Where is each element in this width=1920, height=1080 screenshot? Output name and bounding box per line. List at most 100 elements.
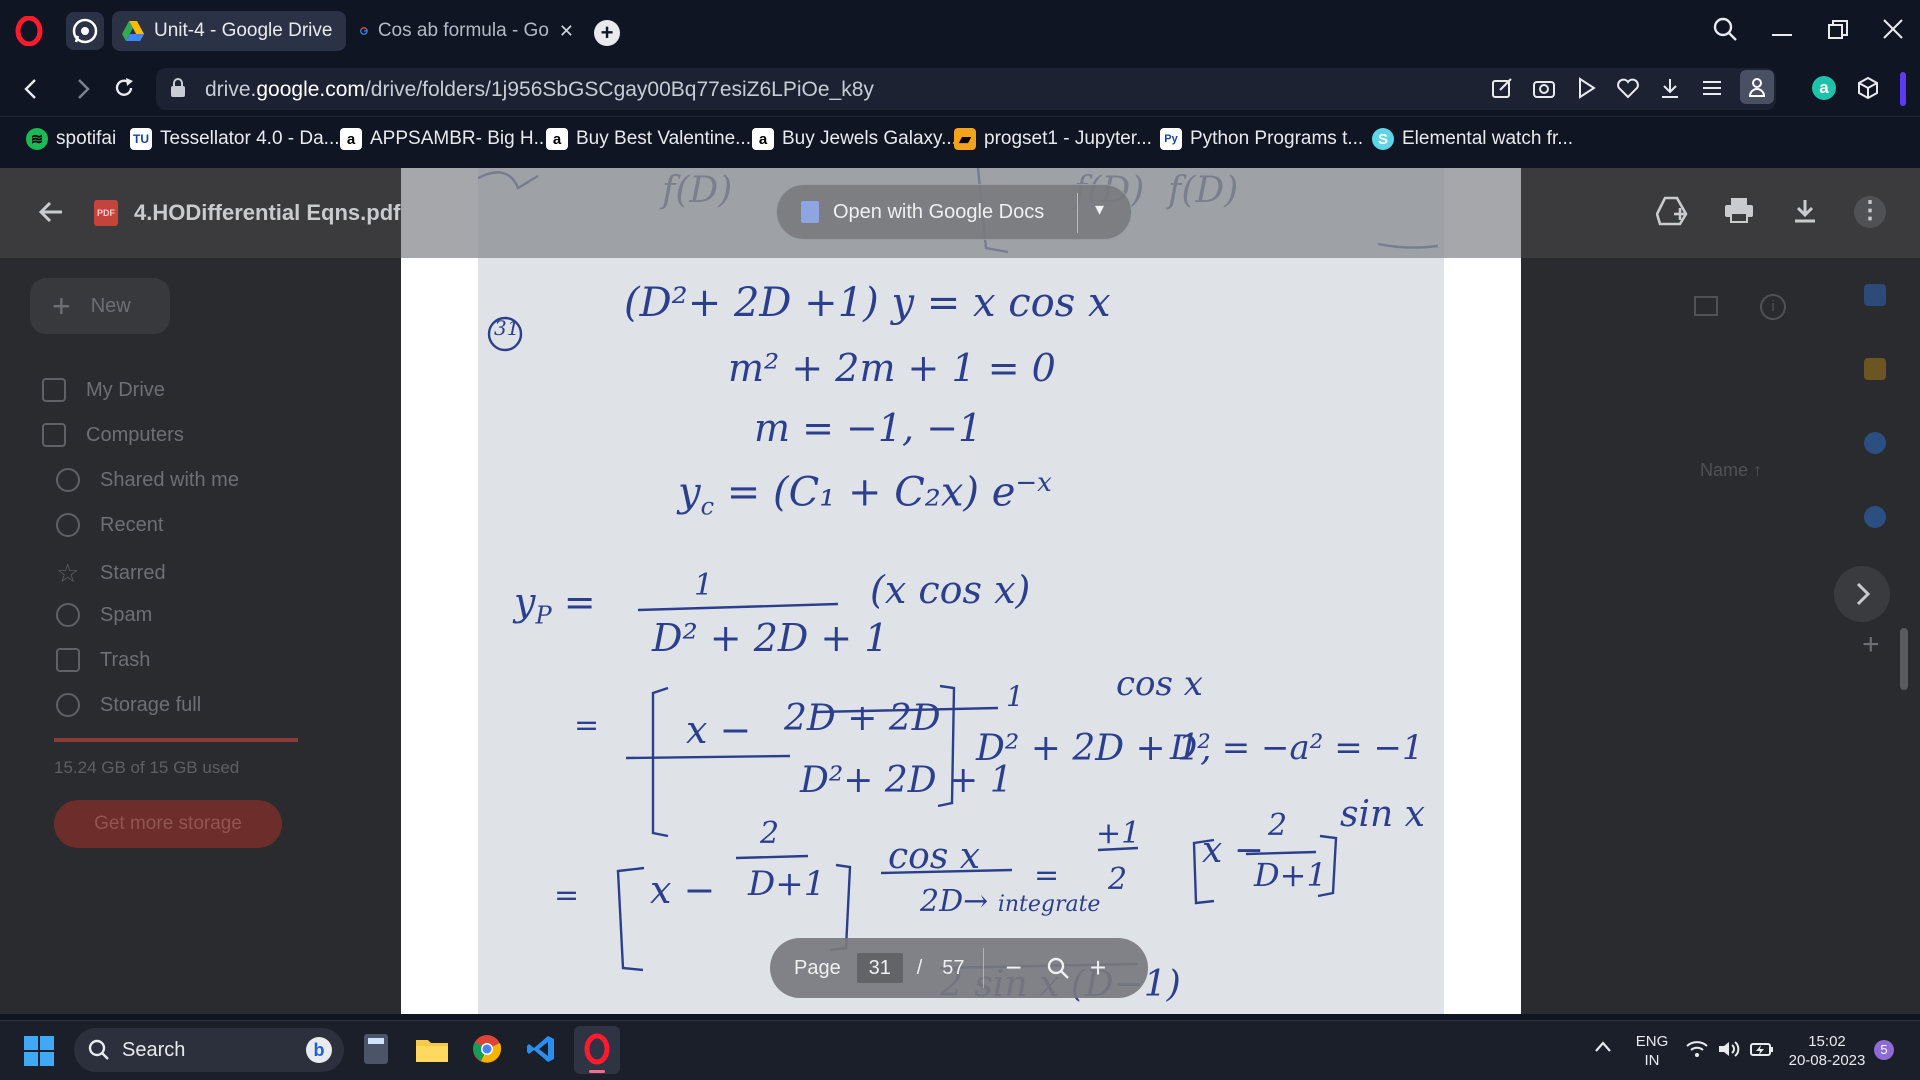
start-button[interactable] [24, 1036, 54, 1066]
back-arrow-icon [38, 201, 62, 223]
star-icon: ☆ [56, 558, 80, 588]
whatsapp-icon [72, 18, 98, 44]
network-sound-battery[interactable] [1686, 1040, 1774, 1058]
sidebar-item-starred[interactable]: ☆ Starred [56, 558, 166, 589]
clock-icon [56, 513, 80, 537]
download-icon[interactable] [1658, 76, 1682, 100]
tab-title: Cos ab formula - Go [377, 20, 549, 41]
sort-by-name[interactable]: Name ↑ [1700, 460, 1762, 481]
whatsapp-button[interactable] [66, 12, 104, 50]
print-icon[interactable] [1724, 196, 1754, 224]
sidebar-item-shared[interactable]: Shared with me [56, 468, 239, 492]
user-icon [1748, 78, 1766, 97]
zoom-in-button[interactable]: + [1090, 952, 1106, 984]
clock[interactable]: 15:02 20-08-2023 [1782, 1032, 1872, 1070]
sidebar-item-my-drive[interactable]: My Drive [42, 378, 165, 402]
zoom-out-button[interactable]: − [1006, 952, 1022, 984]
opera-app-active[interactable] [574, 1026, 620, 1074]
restore-icon [1828, 20, 1848, 39]
minimize-button[interactable] [1772, 34, 1792, 36]
more-options-icon[interactable]: ⋮ [1854, 196, 1886, 228]
sidebar-item-computers[interactable]: Computers [42, 423, 184, 447]
forward-button[interactable] [74, 78, 92, 100]
amazon-assistant-button[interactable]: a [1812, 76, 1836, 100]
new-tab-button[interactable]: + [594, 20, 620, 46]
easy-setup-icon[interactable] [1700, 76, 1724, 100]
sidebar-item-recent[interactable]: Recent [56, 513, 163, 537]
chrome-app[interactable] [472, 1034, 502, 1064]
taskbar-search[interactable]: Search b [74, 1028, 344, 1072]
url-text[interactable]: drive.google.com/drive/folders/1j956SbGS… [205, 78, 874, 102]
contacts-icon[interactable] [1864, 506, 1886, 528]
language-indicator[interactable]: ENG IN [1632, 1032, 1672, 1070]
heart-icon[interactable] [1616, 76, 1640, 100]
battery-charging-icon [1750, 1043, 1773, 1056]
bookmark-appsambr[interactable]: a APPSAMBR- Big H... [340, 128, 550, 150]
handwriting-eq-3: = [1034, 858, 1060, 893]
back-button[interactable] [22, 78, 40, 100]
keep-icon[interactable] [1864, 358, 1886, 380]
tab-google-drive[interactable]: Unit-4 - Google Drive [112, 11, 346, 51]
sidebar-item-storage[interactable]: Storage full [56, 693, 201, 717]
scrollbar-thumb[interactable] [1900, 628, 1908, 690]
tessellator-icon: TU [130, 128, 152, 150]
current-page-input[interactable]: 31 [856, 953, 903, 983]
get-more-storage-button[interactable]: Get more storage [54, 800, 282, 848]
profile-button[interactable] [1740, 70, 1774, 104]
address-actions [1490, 76, 1724, 100]
notification-badge[interactable]: 5 [1874, 1040, 1894, 1060]
handwriting-half-den: 2 [1108, 862, 1128, 897]
close-window-button[interactable] [1882, 18, 1904, 40]
play-icon[interactable] [1574, 76, 1598, 100]
open-with-google-docs-button[interactable]: Open with Google Docs ▾ [776, 184, 1132, 240]
close-tab-icon[interactable]: ✕ [559, 21, 574, 42]
spotify-icon: ≋ [26, 128, 48, 150]
handwriting-line-2: m² + 2m + 1 = 0 [728, 346, 1056, 390]
sidebar-item-trash[interactable]: Trash [56, 648, 150, 672]
info-icon[interactable]: i [1760, 294, 1786, 320]
handwriting-line-3: m = −1, −1 [754, 406, 983, 450]
add-to-drive-icon[interactable] [1656, 196, 1688, 226]
handwriting-bracket2-den: D+1 [748, 864, 826, 904]
tab-cos-formula[interactable]: Cos ab formula - Go ✕ [350, 11, 584, 51]
search-icon [88, 1039, 109, 1060]
bookmark-tessellator[interactable]: TU Tessellator 4.0 - Da... [130, 128, 340, 150]
chevron-down-icon[interactable]: ▾ [1095, 199, 1104, 220]
bookmark-python[interactable]: Py Python Programs t... [1160, 128, 1363, 150]
show-hidden-icons[interactable] [1594, 1040, 1612, 1054]
bookmark-progset[interactable]: ▰ progset1 - Jupyter... [954, 128, 1152, 150]
google-icon [360, 27, 368, 35]
list-view-icon[interactable] [1694, 296, 1718, 316]
camera-icon[interactable] [1532, 76, 1556, 100]
download-file-icon[interactable] [1792, 198, 1818, 224]
sidebar-item-spam[interactable]: Spam [56, 603, 152, 627]
bookmark-elemental[interactable]: S Elemental watch fr... [1372, 128, 1573, 150]
restore-button[interactable] [1828, 20, 1848, 40]
bookmark-valentine[interactable]: a Buy Best Valentine... [546, 128, 751, 150]
handwriting-line-4: yc = (C₁ + C₂x) e−x [678, 468, 1052, 521]
reload-button[interactable] [112, 76, 136, 100]
share-icon[interactable] [1490, 76, 1514, 100]
calculator-app[interactable] [364, 1034, 388, 1064]
calendar-icon[interactable] [1864, 284, 1886, 306]
storage-bar-fill [54, 738, 298, 742]
handwriting-yp-rhs: (x cos x) [870, 568, 1031, 612]
handwriting-bracket-x: x − [686, 708, 752, 752]
windows-icon [24, 1036, 54, 1066]
file-explorer-app[interactable] [416, 1036, 448, 1062]
vscode-app[interactable] [526, 1034, 556, 1064]
bookmark-spotifai[interactable]: ≋ spotifai [26, 128, 116, 150]
tasks-icon[interactable] [1864, 432, 1886, 454]
handwriting-cosx-1: cos x [1116, 664, 1203, 704]
search-tabs-icon[interactable] [1712, 16, 1738, 42]
opera-menu-button[interactable] [14, 16, 44, 46]
viewer-back-button[interactable] [38, 200, 64, 224]
extensions-icon[interactable] [1856, 76, 1880, 100]
button-divider [1077, 193, 1078, 233]
lock-icon [170, 78, 186, 98]
spam-icon [56, 603, 80, 627]
new-button[interactable]: + New [30, 278, 170, 334]
bookmark-jewels[interactable]: a Buy Jewels Galaxy... [752, 128, 957, 150]
page-label: Page [794, 956, 841, 979]
add-addon-icon[interactable]: + [1862, 630, 1880, 660]
